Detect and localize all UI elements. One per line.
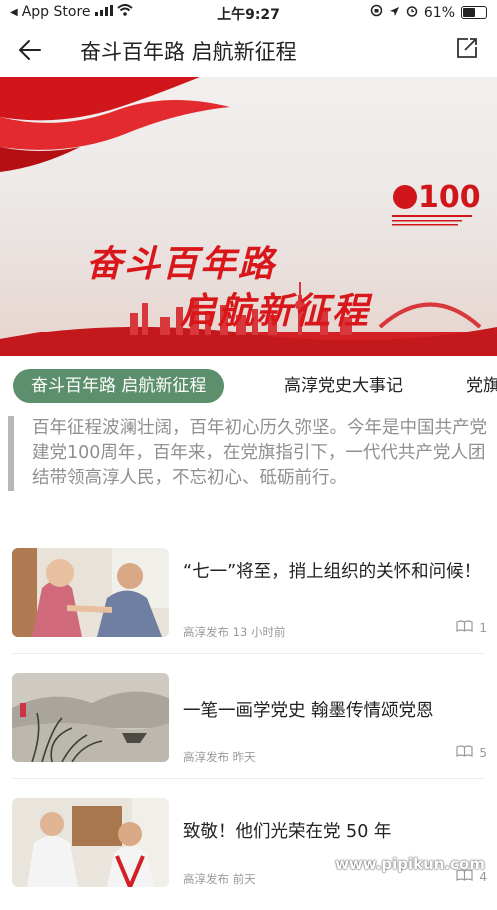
banner-headline-2: 启航新征程: [180, 291, 371, 332]
article-title[interactable]: 一笔一画学党史 翰墨传情颂党恩: [183, 697, 483, 726]
hero-banner[interactable]: 100 奋斗百年路 启航新征程: [0, 77, 497, 356]
article-time: 昨天: [232, 750, 256, 764]
article-source: 高淳发布: [183, 750, 229, 764]
list-item[interactable]: 致敬！他们光荣在党 50 年 高淳发布 前天 4: [0, 798, 497, 910]
article-time: 前天: [232, 872, 256, 886]
book-icon: [456, 620, 473, 635]
read-count-value: 1: [479, 620, 487, 635]
book-icon: [456, 745, 473, 760]
centenary-logo-graphic: 100: [392, 180, 481, 226]
page-title: 奋斗百年路 启航新征程: [80, 40, 297, 64]
banner-headline-1: 奋斗百年路: [86, 244, 277, 285]
article-time: 13 小时前: [232, 625, 286, 639]
tab-party-history[interactable]: 高淳党史大事记: [284, 369, 403, 403]
list-item[interactable]: “七一”将至，捎上组织的关怀和问候！ 高淳发布 13 小时前 1: [0, 548, 497, 660]
read-count: 5: [456, 745, 487, 760]
share-icon[interactable]: [455, 36, 479, 60]
article-thumbnail: [12, 798, 169, 887]
orientation-lock-icon: [370, 4, 383, 21]
battery-icon: [461, 6, 487, 19]
list-item[interactable]: 一笔一画学党史 翰墨传情颂党恩 高淳发布 昨天 5: [0, 673, 497, 785]
read-count-value: 5: [479, 745, 487, 760]
tab-fendou[interactable]: 奋斗百年路 启航新征程: [13, 369, 225, 403]
article-title[interactable]: 致敬！他们光荣在党 50 年: [183, 818, 483, 847]
read-count: 1: [456, 620, 487, 635]
status-right: 61%: [370, 4, 487, 21]
back-arrow-icon[interactable]: [16, 36, 44, 64]
battery-percent: 61%: [423, 4, 455, 21]
watermark: www.pipikun.com: [335, 855, 485, 873]
location-icon: [389, 5, 400, 21]
article-title[interactable]: “七一”将至，捎上组织的关怀和问候！: [183, 558, 483, 587]
tab-party-flag[interactable]: 党旗: [466, 369, 497, 403]
article-meta: 高淳发布 前天: [183, 871, 256, 887]
intro-text: 百年征程波澜壮阔，百年初心历久弥坚。今年是中国共产党建党100周年，百年来，在党…: [8, 416, 497, 491]
article-meta: 高淳发布 昨天: [183, 749, 256, 765]
divider: [12, 653, 485, 654]
divider: [12, 778, 485, 779]
nav-bar: 奋斗百年路 启航新征程: [0, 26, 497, 76]
category-tabs: 奋斗百年路 启航新征程 高淳党史大事记 党旗: [0, 364, 497, 408]
status-bar: ◀ App Store 上午9:27 61%: [0, 0, 497, 26]
article-source: 高淳发布: [183, 872, 229, 886]
alarm-icon: [406, 5, 418, 21]
article-thumbnail: [12, 548, 169, 637]
article-source: 高淳发布: [183, 625, 229, 639]
svg-text:100: 100: [418, 180, 481, 215]
article-meta: 高淳发布 13 小时前: [183, 624, 285, 640]
article-thumbnail: [12, 673, 169, 762]
